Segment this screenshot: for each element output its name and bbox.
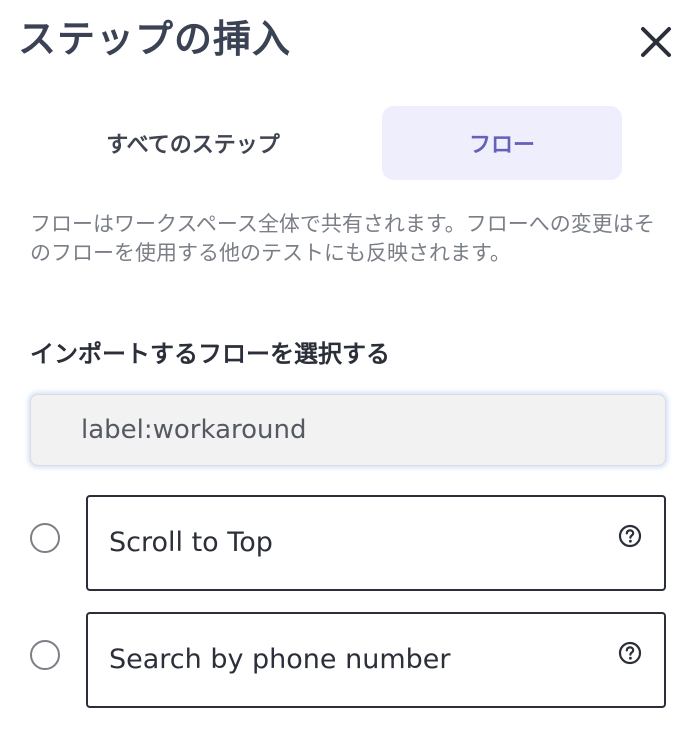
tab-all-steps[interactable]: すべてのステップ xyxy=(30,106,356,180)
close-icon xyxy=(641,27,671,57)
tab-flows[interactable]: フロー xyxy=(382,106,622,180)
flow-search-input[interactable] xyxy=(30,394,666,466)
flow-name: Search by phone number xyxy=(109,644,451,675)
flow-radio-scroll-to-top[interactable] xyxy=(30,523,60,553)
flow-item-scroll-to-top[interactable]: Scroll to Top xyxy=(86,495,666,591)
select-flow-heading: インポートするフローを選択する xyxy=(30,340,390,368)
help-icon[interactable] xyxy=(618,641,642,665)
help-icon[interactable] xyxy=(618,524,642,548)
flow-description: フローはワークスペース全体で共有されます。フローへの変更はそのフローを使用する他… xyxy=(30,212,655,265)
flow-name: Scroll to Top xyxy=(109,527,273,558)
flow-radio-search-by-phone[interactable] xyxy=(30,640,60,670)
flow-item-search-by-phone[interactable]: Search by phone number xyxy=(86,612,666,708)
dialog-title: ステップの挿入 xyxy=(18,17,292,61)
close-button[interactable] xyxy=(634,20,678,64)
